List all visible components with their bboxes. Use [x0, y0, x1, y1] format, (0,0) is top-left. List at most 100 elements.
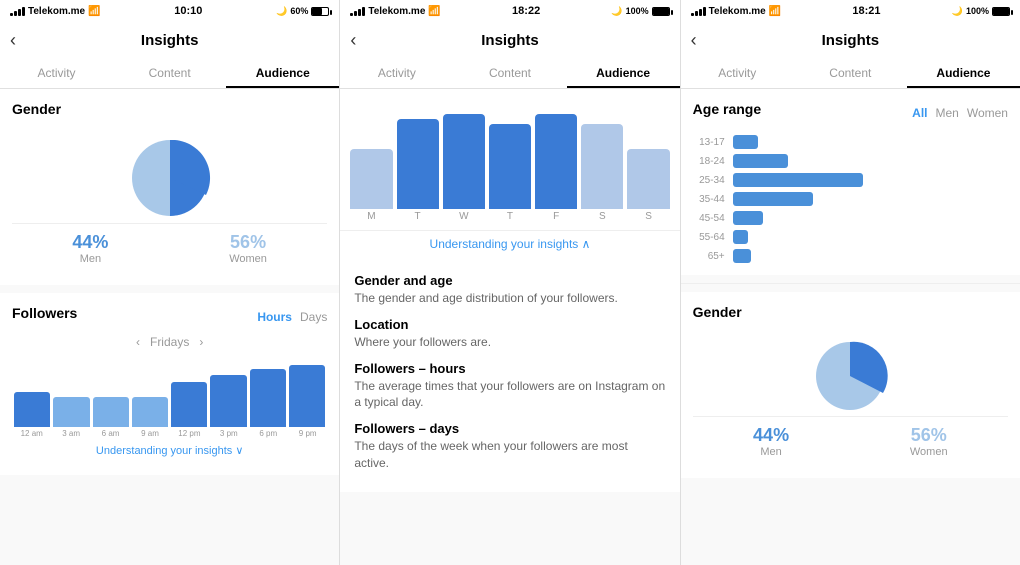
insight-item: Followers – hours The average times that… — [354, 361, 665, 412]
status-bar-2: Telekom.me 📶 18:22 🌙 100% — [340, 0, 679, 22]
filter-all[interactable]: All — [912, 106, 927, 120]
men-label-3: 44% Men — [753, 425, 789, 458]
weekly-day-label: S — [581, 209, 623, 230]
men-pct-3: 44% — [753, 425, 789, 446]
women-caption-3: Women — [910, 446, 948, 458]
age-range-header: Age range All Men Women — [693, 101, 1008, 125]
prev-day-1[interactable]: ‹ — [136, 335, 140, 349]
filter-women[interactable]: Women — [967, 106, 1008, 120]
signal-bar-2-1 — [350, 13, 353, 16]
next-day-1[interactable]: › — [199, 335, 203, 349]
battery-fill-3 — [993, 8, 1009, 15]
toggle-days-1[interactable]: Days — [300, 310, 327, 324]
tabs-3: Activity Content Audience — [681, 58, 1020, 89]
nav-title-2: Insights — [481, 32, 539, 49]
signal-bar-3-1 — [691, 13, 694, 16]
battery-fill-2 — [653, 8, 669, 15]
signal-bar-2-4 — [362, 7, 365, 16]
signal-bars-1 — [10, 7, 25, 16]
tab-activity-1[interactable]: Activity — [0, 58, 113, 88]
tab-activity-3[interactable]: Activity — [681, 58, 794, 88]
back-button-1[interactable]: ‹ — [10, 30, 16, 51]
toggle-hours-1[interactable]: Hours — [257, 310, 292, 324]
weekly-chart-section: MTWTFSS Understanding your insights ∧ — [340, 89, 679, 263]
bar — [14, 392, 50, 427]
content-2: MTWTFSS Understanding your insights ∧ Ge… — [340, 89, 679, 565]
status-right-3: 🌙 100% — [952, 6, 1010, 17]
weekly-labels: MTWTFSS — [340, 209, 679, 230]
weekly-day-label: T — [489, 209, 531, 230]
pie-labels-3: 44% Men 56% Women — [693, 416, 1008, 458]
status-left-2: Telekom.me 📶 — [350, 6, 441, 17]
bar — [171, 382, 207, 427]
followers-section-1: Followers Hours Days ‹ Fridays › 12 am3 … — [0, 293, 339, 475]
signal-bar-3-3 — [699, 9, 702, 16]
women-pct-1: 56% — [229, 232, 267, 253]
pie-chart-1: 44% Men 56% Women — [12, 125, 327, 273]
insights-info: Gender and age The gender and age distri… — [340, 263, 679, 492]
age-bar — [733, 173, 863, 187]
weekly-bar-column — [397, 119, 439, 209]
weekly-bar-column — [350, 149, 392, 209]
bar-chart-1 — [12, 357, 327, 427]
back-button-2[interactable]: ‹ — [350, 30, 356, 51]
tab-content-2[interactable]: Content — [453, 58, 566, 88]
moon-icon-3: 🌙 — [952, 6, 963, 17]
age-bars: 13-17 18-24 25-34 35-44 45-54 55-64 65+ — [693, 135, 1008, 263]
tab-audience-3[interactable]: Audience — [907, 58, 1020, 88]
moon-icon-1: 🌙 — [276, 6, 287, 17]
insight-item: Followers – days The days of the week wh… — [354, 421, 665, 472]
gender-title-1: Gender — [12, 101, 327, 117]
carrier-1: Telekom.me — [28, 6, 85, 17]
understanding-link-2[interactable]: Understanding your insights ∧ — [340, 230, 679, 259]
moon-icon-2: 🌙 — [611, 6, 622, 17]
age-range-label: 35-44 — [693, 194, 725, 205]
battery-pct-2: 100% — [626, 6, 649, 16]
women-caption-1: Women — [229, 253, 267, 265]
bar-column — [250, 369, 286, 427]
men-caption-3: Men — [753, 446, 789, 458]
insight-title: Gender and age — [354, 273, 665, 288]
tab-audience-2[interactable]: Audience — [567, 58, 680, 88]
signal-bar-3 — [18, 9, 21, 16]
men-caption-1: Men — [72, 253, 108, 265]
filter-men[interactable]: Men — [936, 106, 959, 120]
tab-audience-1[interactable]: Audience — [226, 58, 339, 88]
age-row: 55-64 — [693, 230, 1008, 244]
insight-desc: The days of the week when your followers… — [354, 438, 665, 472]
gender-section-3: Gender 44% Men 56% Women — [681, 292, 1020, 478]
nav-bar-2: ‹ Insights — [340, 22, 679, 58]
tab-content-3[interactable]: Content — [794, 58, 907, 88]
battery-pct-1: 60% — [290, 6, 308, 16]
bar-label: 6 am — [91, 429, 130, 438]
bar-label: 12 am — [12, 429, 51, 438]
time-2: 18:22 — [512, 5, 540, 17]
tab-activity-2[interactable]: Activity — [340, 58, 453, 88]
status-bar-1: Telekom.me 📶 10:10 🌙 60% — [0, 0, 339, 22]
phone-3: Telekom.me 📶 18:21 🌙 100% ‹ Insights Act… — [680, 0, 1020, 565]
signal-bar-2 — [14, 11, 17, 16]
current-day-1: Fridays — [150, 335, 189, 349]
pie-chart-3: 44% Men 56% Women — [693, 328, 1008, 466]
nav-title-1: Insights — [141, 32, 199, 49]
signal-bar-2-3 — [358, 9, 361, 16]
bar — [132, 397, 168, 427]
insight-title: Location — [354, 317, 665, 332]
understanding-link-1[interactable]: Understanding your insights ∨ — [12, 438, 327, 463]
age-range-title: Age range — [693, 101, 761, 117]
tab-content-1[interactable]: Content — [113, 58, 226, 88]
back-button-3[interactable]: ‹ — [691, 30, 697, 51]
signal-bar-1 — [10, 13, 13, 16]
bar — [53, 397, 89, 427]
age-bar — [733, 154, 788, 168]
status-bar-3: Telekom.me 📶 18:21 🌙 100% — [681, 0, 1020, 22]
battery-icon-2 — [652, 7, 670, 16]
signal-bar-3-4 — [703, 7, 706, 16]
insight-title: Followers – days — [354, 421, 665, 436]
divider-1 — [681, 283, 1020, 284]
weekly-bar — [443, 114, 485, 209]
age-bar — [733, 211, 763, 225]
women-label-3: 56% Women — [910, 425, 948, 458]
tabs-1: Activity Content Audience — [0, 58, 339, 89]
followers-toggle-1: Hours Days — [257, 310, 327, 324]
